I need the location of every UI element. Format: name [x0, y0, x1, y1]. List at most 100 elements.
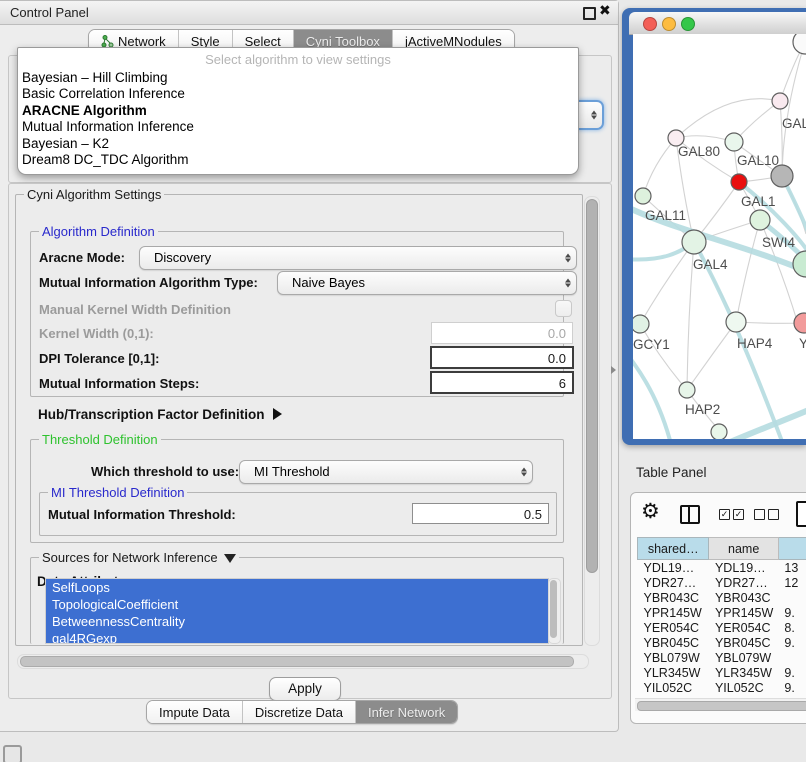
table-cell: YER054C: [638, 620, 709, 635]
table-cell: 8.: [778, 620, 806, 635]
control-panel-titlebar[interactable]: Control Panel ✖: [0, 1, 618, 25]
close-traffic-light-icon[interactable]: [643, 17, 657, 31]
column-header-cut[interactable]: [778, 538, 806, 560]
network-node[interactable]: [682, 230, 706, 254]
data-attributes-list[interactable]: SelfLoopsTopologicalCoefficientBetweenne…: [45, 578, 549, 644]
network-edge-highlighted[interactable]: [633, 352, 671, 439]
table-cell: 9.: [778, 635, 806, 650]
algorithm-definition-group: Algorithm Definition Aracne Mode: Discov…: [30, 231, 564, 397]
mi-steps-field[interactable]: 6: [430, 371, 574, 394]
table-row[interactable]: YBL079WYBL079W: [638, 650, 806, 665]
aracne-mode-combobox[interactable]: Discovery: [139, 246, 577, 270]
table-row[interactable]: YBR043CYBR043C: [638, 590, 806, 605]
network-node[interactable]: [793, 251, 806, 277]
network-node[interactable]: [633, 315, 649, 333]
deselect-all-checkboxes-icon[interactable]: [754, 509, 779, 520]
node-label-HAP2: HAP2: [685, 402, 720, 417]
network-edge[interactable]: [676, 99, 780, 138]
network-node[interactable]: [731, 174, 747, 190]
scrollbar-thumb[interactable]: [637, 701, 806, 711]
scrollbar-thumb[interactable]: [550, 580, 557, 638]
mi-type-value: Naive Bayes: [292, 275, 365, 290]
attribute-list-item[interactable]: SelfLoops: [46, 579, 548, 596]
node-label-Y: Y: [799, 336, 806, 351]
network-canvas[interactable]: GALGAL80GAL10GAL1GAL11SWI4GAL4GCY1HAP4YH…: [633, 34, 806, 439]
gear-icon[interactable]: ⚙: [641, 500, 660, 524]
zoom-traffic-light-icon[interactable]: [681, 17, 695, 31]
network-node[interactable]: [679, 382, 695, 398]
mi-type-combobox[interactable]: Naive Bayes: [277, 271, 577, 295]
which-threshold-combobox[interactable]: MI Threshold: [239, 460, 533, 484]
attributes-list-scrollbar[interactable]: [548, 578, 561, 644]
apply-button[interactable]: Apply: [269, 677, 341, 701]
table-cell: YBR043C: [638, 590, 709, 605]
network-node[interactable]: [793, 34, 806, 54]
close-panel-icon[interactable]: ✖: [599, 2, 611, 19]
dpi-tolerance-field[interactable]: 0.0: [430, 346, 574, 369]
manual-kernel-checkbox[interactable]: [555, 300, 572, 317]
network-edge[interactable]: [687, 322, 736, 390]
scrollbar-thumb[interactable]: [586, 199, 598, 573]
table-row[interactable]: YER054CYER054C8.: [638, 620, 806, 635]
network-edge-highlighted[interactable]: [721, 406, 806, 439]
algorithm-option[interactable]: Mutual Information Inference: [22, 119, 574, 135]
network-edge[interactable]: [782, 42, 805, 176]
table-cell: YPR145W: [638, 605, 709, 620]
minimize-traffic-light-icon[interactable]: [662, 17, 676, 31]
combo-spinner-icon: [565, 279, 571, 288]
network-edge[interactable]: [643, 138, 676, 196]
network-window-titlebar[interactable]: [629, 12, 806, 35]
new-table-icon[interactable]: [796, 501, 806, 527]
column-header-name[interactable]: name: [709, 538, 778, 560]
attribute-list-item[interactable]: TopologicalCoefficient: [46, 596, 548, 613]
scrollbar-thumb[interactable]: [20, 656, 574, 667]
settings-horizontal-scrollbar[interactable]: [17, 654, 589, 669]
tab-infer-network[interactable]: Infer Network: [356, 701, 457, 723]
application-root: Control Panel ✖ NetworkStyleSelectCyni T…: [0, 0, 806, 762]
dock-corner-icon[interactable]: [3, 745, 22, 762]
table-row[interactable]: YLR345WYLR345W9.: [638, 665, 806, 680]
network-edge[interactable]: [736, 220, 760, 322]
table-row[interactable]: YBR045CYBR045C9.: [638, 635, 806, 650]
column-header-shared…[interactable]: shared…: [638, 538, 709, 560]
aracne-mode-label: Aracne Mode:: [39, 250, 125, 265]
settings-vertical-scrollbar[interactable]: [584, 196, 600, 646]
attribute-list-item[interactable]: BetweennessCentrality: [46, 613, 548, 630]
dpi-tolerance-label: DPI Tolerance [0,1]:: [39, 351, 159, 366]
algorithm-combobox-fragment[interactable]: [578, 100, 604, 130]
float-window-icon[interactable]: [583, 7, 596, 20]
network-graph: GALGAL80GAL10GAL1GAL11SWI4GAL4GCY1HAP4YH…: [633, 34, 806, 439]
tab-impute-data[interactable]: Impute Data: [147, 701, 243, 723]
algorithm-option[interactable]: ARACNE Algorithm: [22, 103, 574, 119]
mi-threshold-field[interactable]: 0.5: [412, 503, 549, 524]
table-horizontal-scrollbar[interactable]: [635, 698, 806, 711]
table-row[interactable]: YIL052CYIL052C9.: [638, 680, 806, 695]
attribute-list-item[interactable]: gal4RGexp: [46, 630, 548, 644]
select-all-checkboxes-icon[interactable]: ✓✓: [719, 509, 744, 520]
kernel-width-label: Kernel Width (0,1):: [39, 326, 154, 341]
combo-spinner-icon: [521, 468, 527, 477]
network-node[interactable]: [635, 188, 651, 204]
network-view-window: GALGAL80GAL10GAL1GAL11SWI4GAL4GCY1HAP4YH…: [622, 8, 806, 445]
aracne-mode-value: Discovery: [154, 250, 211, 265]
table-cell: YLR345W: [638, 665, 709, 680]
network-node[interactable]: [772, 93, 788, 109]
network-node[interactable]: [750, 210, 770, 230]
table-row[interactable]: YPR145WYPR145W9.: [638, 605, 806, 620]
table-row[interactable]: YDL19…YDL19…13: [638, 560, 806, 576]
algorithm-option[interactable]: Bayesian – Hill Climbing: [22, 70, 574, 86]
network-node[interactable]: [725, 133, 743, 151]
algorithm-option[interactable]: Basic Correlation Inference: [22, 86, 574, 102]
splitpane-collapse-icon[interactable]: [611, 366, 616, 374]
network-node[interactable]: [726, 312, 746, 332]
network-node[interactable]: [771, 165, 793, 187]
algorithm-option[interactable]: Dream8 DC_TDC Algorithm: [22, 152, 574, 168]
algorithm-option[interactable]: Bayesian – K2: [22, 136, 574, 152]
split-columns-icon[interactable]: [680, 505, 700, 524]
kernel-width-field[interactable]: 0.0: [431, 322, 573, 344]
network-node[interactable]: [711, 424, 727, 439]
algorithm-popup-list: Bayesian – Hill ClimbingBasic Correlatio…: [22, 70, 574, 168]
hub-definition-expander[interactable]: Hub/Transcription Factor Definition: [38, 407, 282, 422]
tab-discretize-data[interactable]: Discretize Data: [243, 701, 356, 723]
table-row[interactable]: YDR27…YDR27…12: [638, 575, 806, 590]
